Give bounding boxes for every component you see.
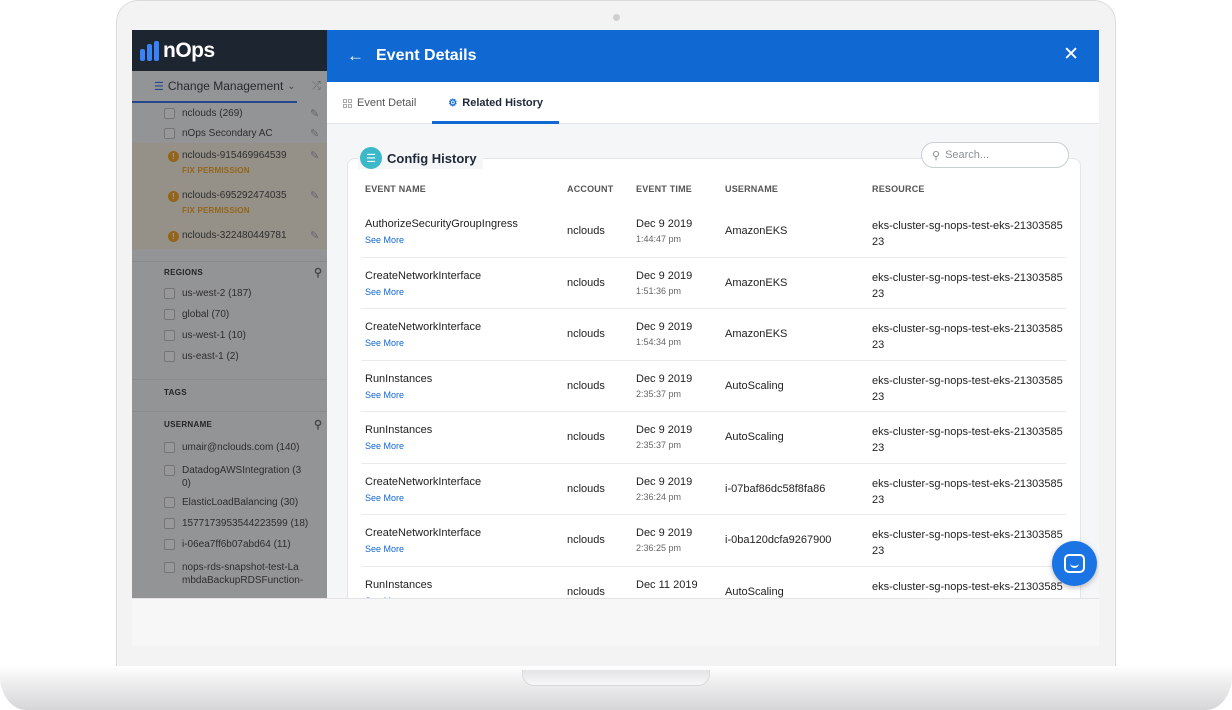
tab-related-history[interactable]: ⚙ Related History <box>432 82 559 124</box>
event-date-cell: Dec 9 2019 <box>636 527 693 539</box>
event-time-cell: 1:54:34 pm <box>636 337 682 347</box>
resource-cell: eks-cluster-sg-nops-test-eks-2130358523 <box>872 580 1063 599</box>
see-more-link[interactable]: See More <box>365 390 404 400</box>
event-name-cell: CreateNetworkInterface <box>365 321 482 333</box>
account-cell: nclouds <box>567 379 605 392</box>
resource-cell: eks-cluster-sg-nops-test-eks-2130358523 <box>872 374 1063 403</box>
see-more-link[interactable]: See More <box>365 338 404 348</box>
search-input[interactable] <box>945 149 1056 161</box>
logo-text: nOps <box>163 38 215 62</box>
table-row[interactable]: RunInstances See More nclouds Dec 11 2019 Au… <box>361 567 1066 599</box>
resource-cell: eks-cluster-sg-nops-test-eks-2130358523 <box>872 323 1063 351</box>
username-cell: i-0ba120dcfa9267900 <box>725 534 832 546</box>
event-name-cell: CreateNetworkInterface <box>365 269 482 282</box>
panel-title: Event Details <box>376 47 477 64</box>
event-name-cell: CreateNetworkInterface <box>365 475 482 488</box>
see-more-link[interactable]: See More <box>365 544 404 554</box>
column-header[interactable]: EVENT TIME <box>636 184 692 194</box>
see-more-link[interactable]: See More <box>365 441 404 451</box>
event-name-cell: RunInstances <box>365 578 433 591</box>
screen: nOps ☰ Change Management ⌄ ⤮ nclouds (26… <box>132 30 1099 598</box>
event-time-cell: 2:35:37 pm <box>636 440 682 450</box>
username-cell: AutoScaling <box>725 431 784 443</box>
table-row[interactable]: RunInstances See More nclouds Dec 9 2019 2:3… <box>361 412 1066 464</box>
laptop-notch <box>522 670 710 686</box>
background-sidebar: nOps ☰ Change Management ⌄ ⤮ nclouds (26… <box>132 30 327 598</box>
event-name-cell: RunInstances <box>365 424 433 436</box>
event-date-cell: Dec 9 2019 <box>636 269 693 282</box>
grid-icon <box>343 98 352 108</box>
event-date-cell: Dec 9 2019 <box>636 475 693 488</box>
event-time-cell: 2:36:24 pm <box>636 491 682 502</box>
account-cell: nclouds <box>567 431 605 443</box>
tab-bar: Event Detail ⚙ Related History <box>327 82 1099 124</box>
app-topbar: nOps <box>132 30 327 71</box>
event-date-cell: Dec 11 2019 <box>636 578 698 591</box>
panel-header: ← Event Details ✕ <box>327 30 1099 82</box>
table-row[interactable]: AuthorizeSecurityGroupIngress See More ncl… <box>361 206 1066 258</box>
laptop-camera <box>613 14 620 21</box>
logo-icon <box>140 40 159 61</box>
chat-launcher-button[interactable] <box>1052 541 1097 586</box>
username-cell: AmazonEKS <box>725 276 788 289</box>
resource-cell: eks-cluster-sg-nops-test-eks-2130358523 <box>872 271 1063 300</box>
username-cell: i-07baf86dc58f8fa86 <box>725 482 826 495</box>
layers-icon: ☰ <box>360 147 382 169</box>
account-cell: nclouds <box>567 328 605 340</box>
column-header[interactable]: USERNAME <box>725 184 778 194</box>
column-header[interactable]: RESOURCE <box>872 184 925 194</box>
resource-cell: eks-cluster-sg-nops-test-eks-2130358523 <box>872 426 1063 454</box>
config-history-title: ☰ Config History <box>358 147 483 169</box>
chat-bubble-icon <box>1064 554 1085 573</box>
table-row[interactable]: CreateNetworkInterface See More nclouds Dec… <box>361 515 1066 567</box>
table-header: EVENT NAME ACCOUNT EVENT TIME USERNAME R… <box>361 182 1066 204</box>
event-date-cell: Dec 9 2019 <box>636 321 693 333</box>
username-cell: AmazonEKS <box>725 225 788 237</box>
column-header[interactable]: EVENT NAME <box>365 184 426 194</box>
arrow-left-icon[interactable]: ← <box>347 46 364 66</box>
see-more-link[interactable]: See More <box>365 493 404 503</box>
column-header[interactable]: ACCOUNT <box>567 184 613 194</box>
account-cell: nclouds <box>567 482 605 495</box>
event-details-panel: ← Event Details ✕ Event Detail ⚙ Related… <box>327 30 1099 598</box>
search-icon: ⚲ <box>932 149 941 162</box>
search-box[interactable]: ⚲ <box>921 142 1069 168</box>
table-row[interactable]: CreateNetworkInterface See More nclouds Dec… <box>361 464 1066 515</box>
event-time-cell: 2:35:37 pm <box>636 388 682 399</box>
table-row[interactable]: CreateNetworkInterface See More nclouds Dec… <box>361 309 1066 361</box>
event-date-cell: Dec 9 2019 <box>636 218 693 230</box>
tab-event-detail[interactable]: Event Detail <box>327 82 432 124</box>
account-cell: nclouds <box>567 276 605 289</box>
resource-cell: eks-cluster-sg-nops-test-eks-2130358523 <box>872 477 1063 506</box>
close-icon[interactable]: ✕ <box>1063 44 1079 66</box>
username-cell: AutoScaling <box>725 585 784 598</box>
resource-cell: eks-cluster-sg-nops-test-eks-2130358523 <box>872 220 1063 248</box>
username-cell: AutoScaling <box>725 379 784 392</box>
see-more-link[interactable]: See More <box>365 235 404 245</box>
table-row[interactable]: RunInstances See More nclouds Dec 9 2019 2:3… <box>361 361 1066 412</box>
event-time-cell: 1:51:36 pm <box>636 285 682 296</box>
see-more-link[interactable]: See More <box>365 596 404 599</box>
gear-icon: ⚙ <box>448 97 458 109</box>
resource-cell: eks-cluster-sg-nops-test-eks-2130358523 <box>872 529 1063 557</box>
event-name-cell: CreateNetworkInterface <box>365 527 482 539</box>
event-time-cell: 1:44:47 pm <box>636 234 682 244</box>
account-cell: nclouds <box>567 534 605 546</box>
modal-backdrop[interactable] <box>132 71 327 598</box>
event-date-cell: Dec 9 2019 <box>636 372 693 385</box>
laptop-bezel-bottom <box>132 598 1099 646</box>
see-more-link[interactable]: See More <box>365 287 404 297</box>
table-body: AuthorizeSecurityGroupIngress See More ncl… <box>361 206 1066 598</box>
table-row[interactable]: CreateNetworkInterface See More nclouds Dec… <box>361 258 1066 309</box>
event-name-cell: RunInstances <box>365 372 433 385</box>
account-cell: nclouds <box>567 585 605 598</box>
event-date-cell: Dec 9 2019 <box>636 424 693 436</box>
event-name-cell: AuthorizeSecurityGroupIngress <box>365 218 518 230</box>
account-cell: nclouds <box>567 225 605 237</box>
username-cell: AmazonEKS <box>725 328 788 340</box>
event-time-cell: 2:36:25 pm <box>636 543 682 553</box>
